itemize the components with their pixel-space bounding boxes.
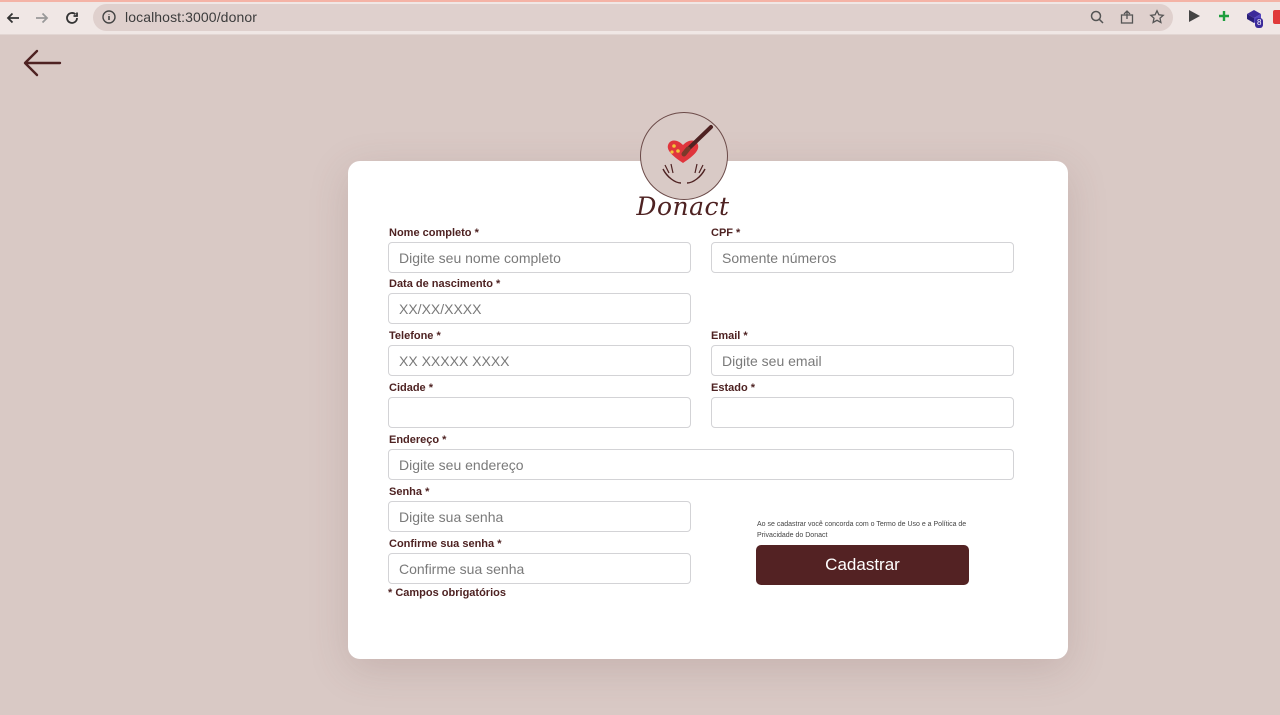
- nome-input[interactable]: [388, 242, 691, 273]
- browser-forward-button[interactable]: [30, 6, 54, 30]
- logo-circle: [640, 112, 728, 200]
- reload-icon: [66, 12, 78, 24]
- forward-icon: [36, 12, 49, 24]
- cidade-label: Cidade *: [389, 382, 434, 394]
- email-input[interactable]: [711, 345, 1014, 376]
- plus-icon[interactable]: [1216, 8, 1232, 24]
- extension-cut-off[interactable]: [1273, 10, 1280, 24]
- zoom-icon[interactable]: [1089, 9, 1105, 25]
- email-label: Email *: [711, 330, 748, 342]
- confirmar-label: Confirme sua senha *: [389, 538, 502, 550]
- senha-input[interactable]: [388, 501, 691, 532]
- browser-toolbar: localhost:3000/donor 8: [0, 2, 1280, 35]
- logo-text: Donact: [636, 192, 730, 221]
- play-icon[interactable]: [1186, 8, 1202, 24]
- senha-label: Senha *: [389, 486, 430, 498]
- required-note: * Campos obrigatórios: [388, 587, 506, 599]
- telefone-input[interactable]: [388, 345, 691, 376]
- cpf-label: CPF *: [711, 227, 741, 239]
- star-icon[interactable]: [1149, 9, 1165, 25]
- url-text[interactable]: localhost:3000/donor: [125, 9, 257, 25]
- share-icon[interactable]: [1119, 9, 1135, 25]
- terms-text: Ao se cadastrar você concorda com o Term…: [757, 521, 967, 539]
- nascimento-input[interactable]: [388, 293, 691, 324]
- telefone-label: Telefone *: [389, 330, 441, 342]
- endereco-label: Endereço *: [389, 434, 447, 446]
- back-arrow-icon[interactable]: [22, 48, 62, 78]
- cadastrar-button[interactable]: Cadastrar: [756, 545, 969, 585]
- browser-reload-button[interactable]: [60, 6, 84, 30]
- nome-label: Nome completo *: [389, 227, 479, 239]
- extension-badge: 8: [1255, 18, 1264, 28]
- cidade-input[interactable]: [388, 397, 691, 428]
- estado-label: Estado *: [711, 382, 756, 394]
- estado-input[interactable]: [711, 397, 1014, 428]
- address-bar[interactable]: localhost:3000/donor: [93, 4, 1173, 31]
- logo-heart-icon: [662, 125, 713, 184]
- nascimento-label: Data de nascimento *: [389, 278, 501, 290]
- extension-button[interactable]: 8: [1245, 7, 1265, 29]
- browser-back-button[interactable]: [1, 6, 25, 30]
- cpf-input[interactable]: [711, 242, 1014, 273]
- back-icon: [6, 12, 19, 24]
- confirmar-input[interactable]: [388, 553, 691, 584]
- endereco-input[interactable]: [388, 449, 1014, 480]
- info-icon[interactable]: [101, 9, 117, 25]
